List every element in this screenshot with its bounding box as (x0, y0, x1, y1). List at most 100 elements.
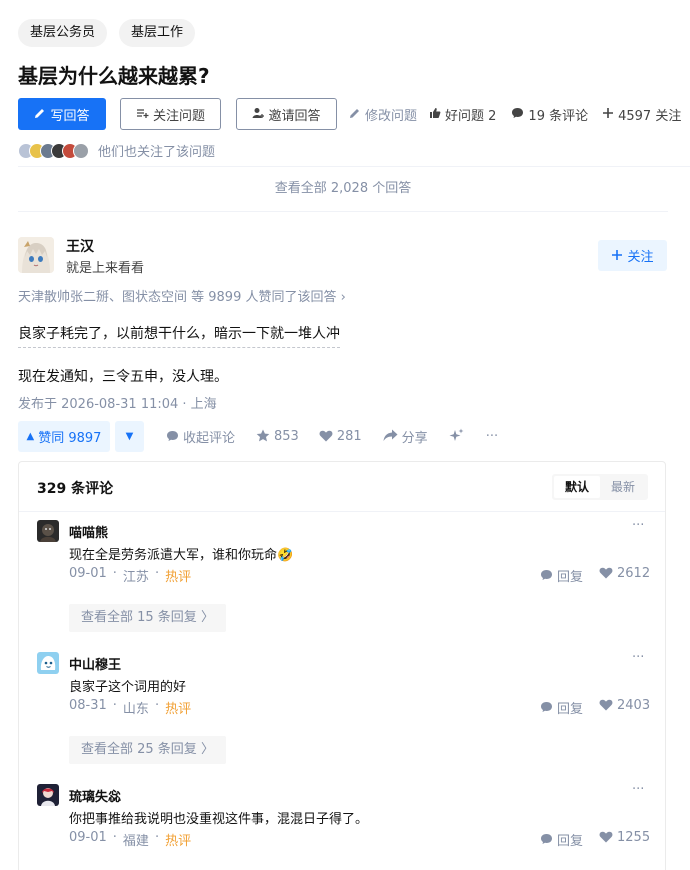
voters-summary[interactable]: 天津散帅张二掰、图状态空间 等 9899 人赞同了该回答 › (18, 286, 346, 305)
share-icon (383, 429, 398, 444)
good-question-label: 好问题 2 (445, 108, 497, 124)
comment-author[interactable]: 中山穆王 (69, 654, 121, 673)
pencil-icon (34, 107, 46, 121)
answer-paragraph: 现在发通知，三令五申，没人理。 (18, 369, 228, 385)
view-replies-button[interactable]: 查看全部 25 条回复 〉 (69, 736, 226, 764)
comment-date: 08-31 (69, 698, 107, 713)
reply-button[interactable]: 回复 (540, 698, 583, 717)
comment-more-button[interactable]: ··· (632, 650, 644, 665)
hot-comment-badge: 热评 (165, 834, 192, 849)
topic-tag[interactable]: 基层工作 (119, 19, 196, 47)
comment-author[interactable]: 琉璃失惢 (69, 786, 121, 805)
topic-list: 基层公务员 基层工作 (18, 19, 196, 47)
avatar[interactable] (37, 520, 59, 542)
follow-author-button[interactable]: 关注 (598, 240, 667, 271)
comments-header: 329 条评论 默认 最新 (19, 462, 665, 512)
meta-separator: · (154, 830, 160, 845)
edit-question-button[interactable]: 修改问题 (349, 105, 417, 124)
heart-icon (599, 831, 613, 845)
reply-label: 回复 (557, 834, 584, 849)
avatar[interactable] (37, 652, 59, 674)
followers-row[interactable]: 他们也关注了该问题 (18, 141, 215, 160)
comment-location: 山东 (122, 702, 149, 717)
ai-sparkle-button[interactable] (448, 428, 464, 446)
comment-location: 福建 (122, 834, 149, 849)
collect-count: 853 (274, 429, 299, 444)
comment-location: 江苏 (122, 570, 149, 585)
comment-like-button[interactable]: 2612 (599, 566, 650, 581)
comment-author[interactable]: 喵喵熊 (69, 522, 108, 541)
sparkle-icon (448, 428, 464, 446)
invite-answer-label: 邀请回答 (268, 108, 321, 124)
more-options-button[interactable]: ··· (486, 429, 498, 444)
meta-separator: · (112, 698, 117, 713)
topic-tag[interactable]: 基层公务员 (18, 19, 108, 47)
comment-date: 09-01 (69, 566, 107, 581)
hot-comment-badge: 热评 (165, 702, 192, 717)
collect-button[interactable]: 853 (256, 429, 299, 444)
follow-question-label: 关注问题 (152, 108, 205, 124)
comment-like-count: 1255 (617, 830, 651, 845)
comment-like-count: 2403 (617, 698, 651, 713)
comment-more-button[interactable]: ··· (632, 782, 644, 797)
meta-separator: · (154, 698, 160, 713)
question-actions: 写回答 关注问题 邀请回答 修改问题 好问题 2 19 条评论 4597 关注 (18, 98, 681, 130)
collapse-comments-button[interactable]: 收起评论 (166, 427, 235, 446)
comment-like-button[interactable]: 1255 (599, 830, 650, 845)
plus-icon (602, 107, 614, 121)
comment-meta: 09-01 · 福建 · 热评 (69, 830, 191, 849)
vote-up-button[interactable]: ▲ 赞同 9897 (18, 421, 110, 452)
view-all-answers-link[interactable]: 查看全部 2,028 个回答 (18, 167, 668, 211)
write-answer-label: 写回答 (50, 108, 90, 124)
comment-more-button[interactable]: ··· (632, 518, 644, 533)
follow-author-label: 关注 (627, 250, 654, 265)
answer-paragraph: 良家子耗完了，以前想干什么，暗示一下就一堆人冲 (18, 323, 340, 348)
view-replies-button[interactable]: 查看全部 15 条回复 〉 (69, 604, 226, 632)
follow-question-button[interactable]: 关注问题 (120, 98, 221, 130)
person-plus-icon (252, 107, 265, 121)
vote-down-button[interactable]: ▼ (115, 421, 144, 452)
question-followers-button[interactable]: 4597 关注 (602, 105, 681, 124)
heart-icon (319, 430, 333, 444)
comment-icon (540, 569, 553, 583)
share-button[interactable]: 分享 (383, 427, 428, 446)
pencil-icon (349, 107, 361, 121)
comments-panel: 329 条评论 默认 最新 喵喵熊 ··· 现在全是劳务派遣大军，谁和你玩命🤣 … (18, 461, 666, 870)
reply-button[interactable]: 回复 (540, 566, 583, 585)
write-answer-button[interactable]: 写回答 (18, 98, 106, 130)
sort-latest-tab[interactable]: 最新 (600, 476, 646, 498)
followers-note: 他们也关注了该问题 (98, 145, 216, 160)
good-question-button[interactable]: 好问题 2 (429, 105, 496, 124)
author-avatar[interactable] (18, 237, 54, 273)
plus-icon (611, 249, 623, 263)
collapse-comments-label: 收起评论 (183, 431, 236, 446)
sort-default-tab[interactable]: 默认 (554, 476, 600, 498)
comment-icon (166, 430, 179, 444)
question-comments-label: 19 条评论 (528, 108, 589, 124)
invite-answer-button[interactable]: 邀请回答 (236, 98, 337, 130)
question-title[interactable]: 基层为什么越来越累? (18, 60, 210, 89)
question-followers-label: 4597 关注 (618, 108, 682, 124)
comment-meta: 09-01 · 江苏 · 热评 (69, 566, 191, 585)
comment-meta: 08-31 · 山东 · 热评 (69, 698, 191, 717)
reply-label: 回复 (557, 702, 584, 717)
meta-separator: · (154, 566, 160, 581)
comment-text: 良家子这个词用的好 (69, 680, 187, 695)
heart-icon (599, 567, 613, 581)
answer-action-bar: ▲ 赞同 9897 ▼ 收起评论 853 281 分享 ··· (18, 421, 498, 452)
publish-time[interactable]: 发布于 2026-08-31 11:04 · 上海 (18, 393, 217, 412)
author-name[interactable]: 王汉 (66, 236, 94, 256)
comment-icon (540, 701, 553, 715)
comments-sort-toggle: 默认 最新 (552, 474, 648, 500)
comment-like-button[interactable]: 2403 (599, 698, 650, 713)
avatar[interactable] (37, 784, 59, 806)
hot-comment-badge: 热评 (165, 570, 192, 585)
heart-icon (599, 699, 613, 713)
reply-button[interactable]: 回复 (540, 830, 583, 849)
question-comments-button[interactable]: 19 条评论 (511, 105, 588, 124)
vote-up-label: 赞同 9897 (38, 431, 102, 446)
follower-avatars (18, 142, 89, 159)
meta-separator: · (112, 566, 117, 581)
like-button[interactable]: 281 (319, 429, 362, 444)
comments-count: 329 条评论 (37, 481, 114, 497)
